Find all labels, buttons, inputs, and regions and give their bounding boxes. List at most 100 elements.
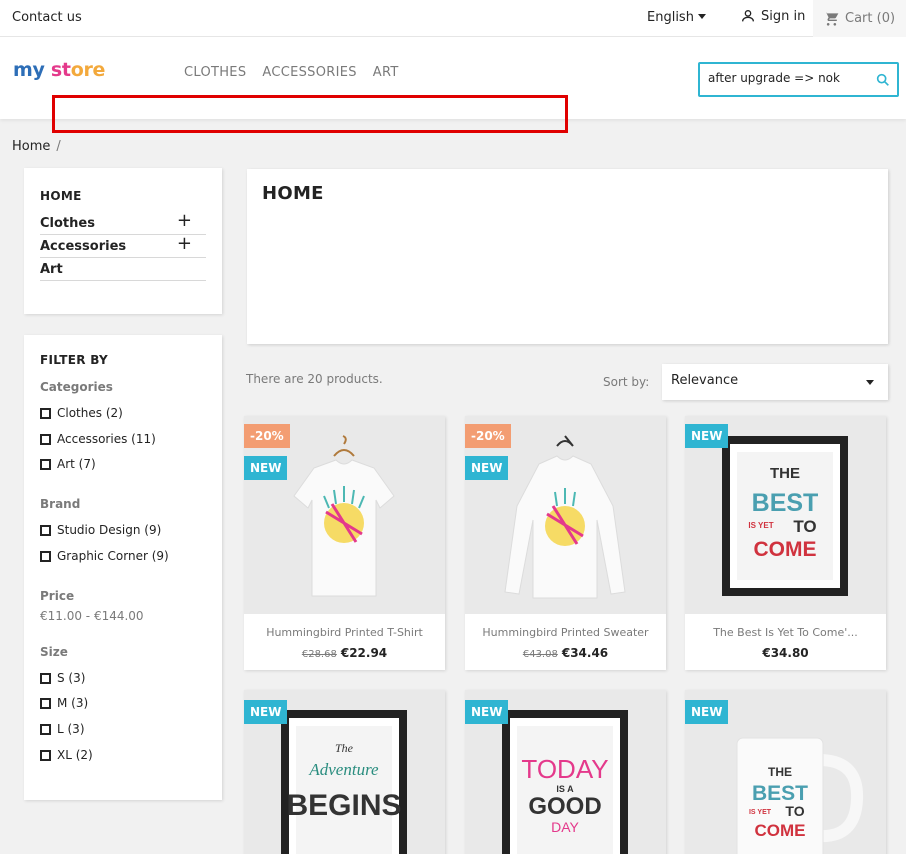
breadcrumb: Home / [12,139,61,154]
search-input[interactable] [708,71,868,85]
product-price: €28.68 €22.94 [244,646,445,660]
sort-select[interactable]: Relevance [662,364,888,400]
checkbox[interactable] [40,458,51,470]
checkbox[interactable] [40,433,51,445]
filter-title: FILTER BY [40,353,109,367]
store-logo[interactable]: my store [13,59,105,81]
expand-icon[interactable]: + [177,210,192,231]
filter-option[interactable]: Graphic Corner (9) [40,549,169,563]
discount-badge: -20% [465,424,511,448]
product-price: €34.80 [685,646,886,660]
page-title: HOME [262,183,324,204]
filter-option-label: M (3) [57,696,89,710]
category-label: Clothes [40,216,95,231]
menu-item-art[interactable]: ART [373,65,399,80]
logo-part-ore: ore [70,59,106,81]
product-card[interactable]: THE BEST IS YET TO COME NEW The Best Is … [685,416,886,670]
product-name[interactable]: Hummingbird Printed T-Shirt [244,626,445,639]
filter-option[interactable]: M (3) [40,696,88,710]
checkbox[interactable] [40,697,51,709]
category-tree: HOME Clothes + Accessories + Art [24,168,222,314]
artwork-text: BEST [752,489,819,517]
product-name[interactable]: Hummingbird Printed Sweater [465,626,666,639]
filter-option-label: L (3) [57,722,85,736]
artwork-text: IS YET [748,521,773,530]
category-art[interactable]: Art [40,258,206,281]
artwork-text: BEGINS [286,789,401,822]
artwork-text: TO [785,803,804,819]
filter-option[interactable]: XL (2) [40,748,93,762]
filter-option-label: XL (2) [57,748,93,762]
language-selector[interactable]: English [647,10,706,25]
filter-option-label: Accessories (11) [57,432,156,446]
product-card[interactable]: TODAY IS A GOOD DAY NEW [465,690,666,854]
product-name[interactable]: The Best Is Yet To Come'... [685,626,886,639]
chevron-down-icon [866,380,874,385]
filter-section-size: Size [40,645,68,659]
menu-item-accessories[interactable]: ACCESSORIES [262,65,356,80]
category-clothes[interactable]: Clothes + [40,210,206,235]
artwork-text: THE [768,765,792,779]
filter-section-brand: Brand [40,497,81,511]
filter-option[interactable]: Art (7) [40,457,96,471]
faceted-filters: FILTER BY Categories Clothes (2) Accesso… [24,335,222,800]
breadcrumb-separator: / [56,139,61,154]
shopping-cart-icon [824,11,839,26]
new-badge: NEW [465,456,509,480]
checkbox[interactable] [40,672,51,684]
filter-option-label: Graphic Corner (9) [57,549,169,563]
artwork-text: GOOD [528,793,601,820]
chevron-down-icon [697,14,706,19]
breadcrumb-home[interactable]: Home [12,139,50,154]
artwork-text: DAY [551,819,579,835]
filter-option[interactable]: Studio Design (9) [40,523,161,537]
new-badge: NEW [685,424,729,448]
current-price: €34.46 [561,646,609,660]
search-icon[interactable] [875,72,891,88]
product-card[interactable]: -20% NEW Hummingbird Printed T-Shirt €28… [244,416,445,670]
product-card[interactable]: The Adventure BEGINS NEW [244,690,445,854]
discount-badge: -20% [244,424,290,448]
checkbox[interactable] [40,524,51,536]
top-bar: Contact us English Sign in Cart (0) [0,0,906,37]
sort-value: Relevance [671,373,739,388]
filter-option[interactable]: Clothes (2) [40,406,123,420]
new-badge: NEW [244,700,288,724]
artwork-text: The [335,741,354,755]
checkbox[interactable] [40,723,51,735]
checkbox[interactable] [40,749,51,761]
search-box [698,62,899,97]
main-menu: CLOTHES ACCESSORIES ART [184,65,399,80]
checkbox[interactable] [40,407,51,419]
product-card[interactable]: -20% NEW Hummingbird Printed Sweater €43… [465,416,666,670]
contact-us-link[interactable]: Contact us [12,10,82,25]
filter-option[interactable]: Accessories (11) [40,432,156,446]
product-price: €43.08 €34.46 [465,646,666,660]
artwork-text: Adventure [308,760,379,779]
filter-option[interactable]: L (3) [40,722,85,736]
filter-option[interactable]: S (3) [40,671,85,685]
artwork-text: TO [793,517,816,536]
product-card[interactable]: THE BEST IS YET TO COME NEW [685,690,886,854]
cart-button[interactable]: Cart (0) [813,0,906,37]
category-header: HOME [247,169,888,344]
category-accessories[interactable]: Accessories + [40,233,206,258]
filter-section-categories: Categories [40,380,113,394]
current-price: €34.80 [762,646,809,660]
filter-section-price: Price [40,589,75,603]
artwork-text: COME [754,538,817,561]
filter-option-label: Art (7) [57,457,96,471]
category-tree-title[interactable]: HOME [40,189,82,203]
expand-icon[interactable]: + [177,233,192,254]
new-badge: NEW [465,700,509,724]
checkbox[interactable] [40,550,51,562]
filter-option-label: Studio Design (9) [57,523,162,537]
sign-in-link[interactable]: Sign in [740,8,805,24]
current-price: €22.94 [340,646,388,660]
sort-label: Sort by: [603,375,650,389]
menu-item-clothes[interactable]: CLOTHES [184,65,246,80]
category-label: Art [40,262,63,277]
category-label: Accessories [40,239,127,254]
regular-price: €28.68 [301,649,337,660]
new-badge: NEW [244,456,288,480]
